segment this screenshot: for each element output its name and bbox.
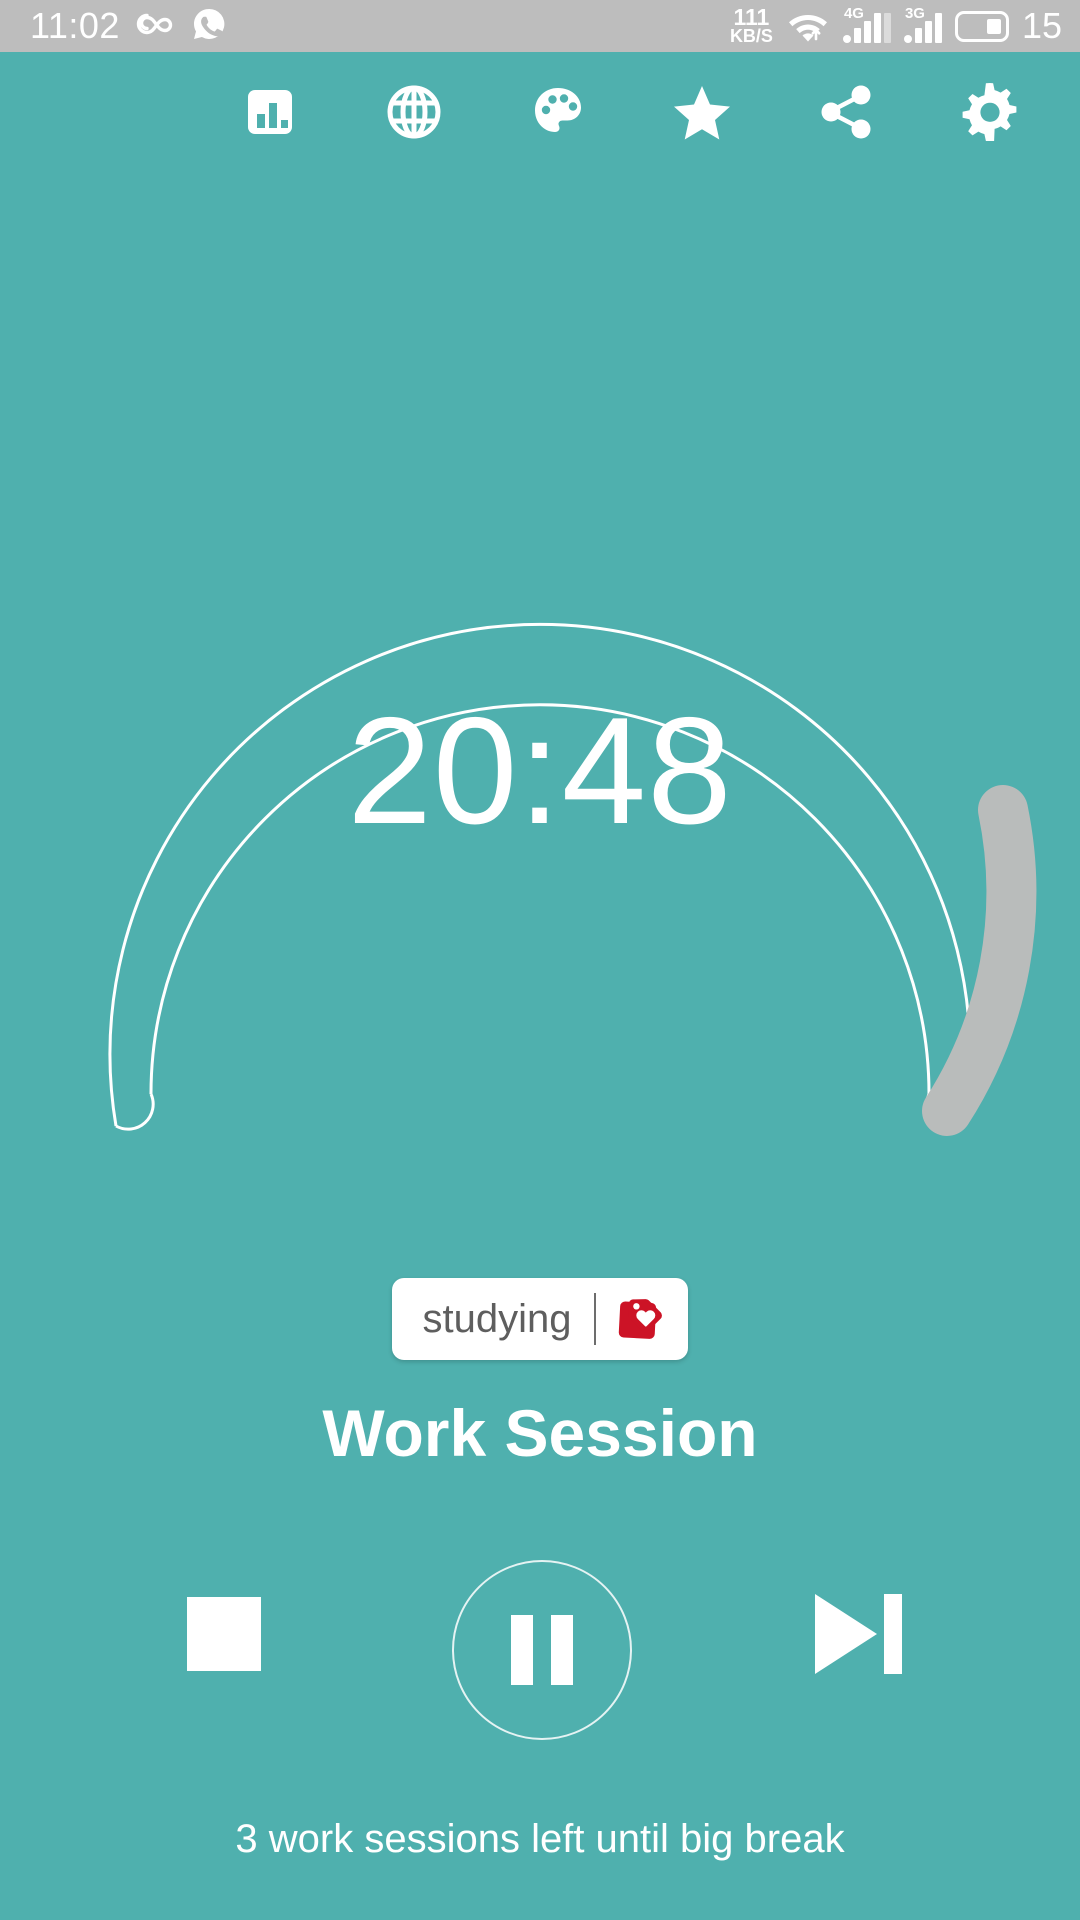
timer-ring-area: 20:48 [0,160,1080,1190]
skip-next-bar [884,1594,902,1674]
stop-button[interactable] [187,1597,261,1671]
gear-icon [961,83,1019,141]
battery-level-label: 15 [1021,5,1062,46]
sim2-signal-icon: 3G [903,5,942,43]
rate-button[interactable] [630,52,774,172]
sessions-remaining-note: 3 work sessions left until big break [235,1817,845,1861]
status-clock: 11:02 [30,5,120,46]
battery-icon [954,10,1009,42]
status-bar: 11:02 111 KB/S 4G 3G 15 [0,0,1080,52]
transport-controls [0,1560,1080,1740]
network-speed-value: 111 [733,3,770,30]
sim2-network-label: 3G [904,5,925,22]
language-button[interactable] [342,52,486,172]
status-bar-right: 111 KB/S 4G 3G 15 [730,6,1062,47]
settings-button[interactable] [918,52,1062,172]
app-toolbar [0,52,1080,172]
pomodoro-timer-screen: 11:02 111 KB/S 4G 3G 15 20:48 studying W… [0,0,1080,1920]
wifi-icon [786,6,830,47]
sim1-signal-icon: 4G [842,5,891,43]
ring-progress-arc [922,785,1037,1136]
price-tag-heart-icon[interactable] [596,1290,688,1348]
tag-chip[interactable]: studying [392,1278,688,1360]
session-title: Work Session [322,1396,758,1470]
pause-button[interactable] [452,1560,632,1740]
statistics-icon [244,86,296,138]
share-icon [819,84,873,140]
themes-button[interactable] [486,52,630,172]
pause-bar-left [511,1615,533,1685]
pause-bar-right [551,1615,573,1685]
statistics-button[interactable] [198,52,342,172]
share-button[interactable] [774,52,918,172]
infinity-icon [136,11,176,42]
timer-progress-ring [108,623,1037,1136]
skip-next-triangle [815,1594,877,1674]
palette-icon [530,84,586,140]
star-icon [673,84,731,140]
whatsapp-call-icon [192,7,226,46]
globe-icon [386,84,442,140]
network-speed-unit: KB/S [729,26,773,47]
sim1-network-label: 4G [843,5,864,22]
status-bar-left: 11:02 [30,7,226,46]
network-speed: 111 KB/S [730,6,773,46]
skip-next-button[interactable] [815,1594,905,1674]
timer-remaining: 20:48 [347,686,733,856]
tag-label: studying [422,1297,572,1341]
